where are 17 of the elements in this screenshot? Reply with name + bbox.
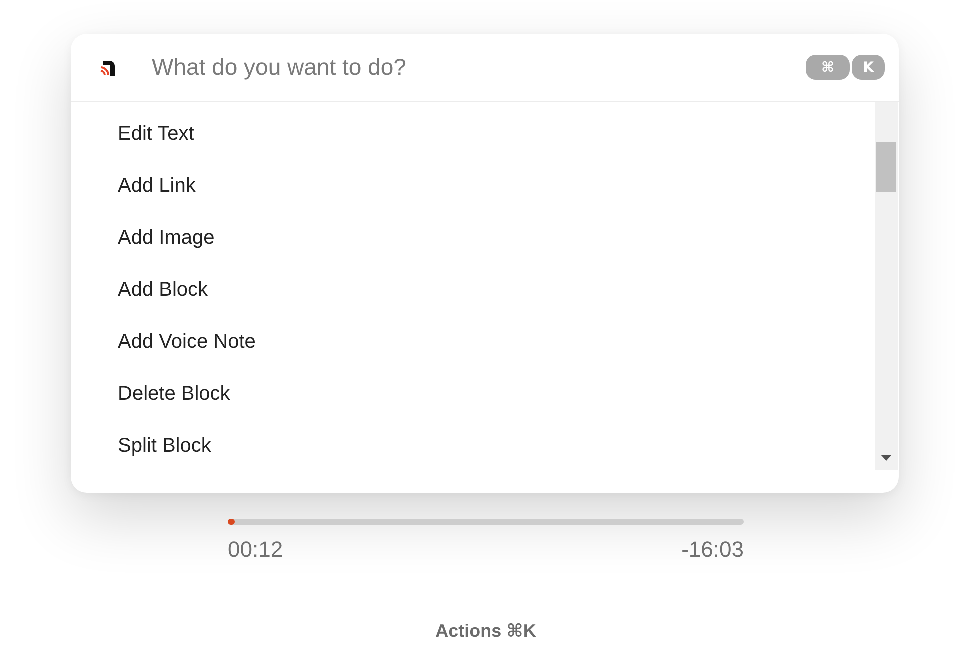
action-item[interactable]: Add Block (118, 278, 208, 302)
shortcut-key: K (852, 55, 885, 80)
progress-track[interactable] (228, 519, 744, 525)
action-item[interactable]: Edit Text (118, 122, 194, 146)
action-item[interactable]: Delete Block (118, 382, 230, 406)
action-item[interactable]: Add Image (118, 226, 215, 250)
remaining-time: -16:03 (682, 537, 744, 563)
scrollbar-thumb[interactable] (876, 142, 896, 192)
elapsed-time: 00:12 (228, 537, 284, 563)
shortcut-key: ⌘ (806, 55, 850, 80)
action-item[interactable]: Add Voice Note (118, 330, 256, 354)
action-item[interactable]: Split Block (118, 434, 212, 458)
scroll-down-arrow-icon[interactable] (881, 455, 892, 461)
action-item[interactable]: Add Link (118, 174, 196, 198)
search-field[interactable]: What do you want to do? (152, 50, 806, 85)
scrollbar[interactable] (875, 102, 898, 470)
actions-shortcut-label: Actions ⌘K (436, 621, 536, 642)
